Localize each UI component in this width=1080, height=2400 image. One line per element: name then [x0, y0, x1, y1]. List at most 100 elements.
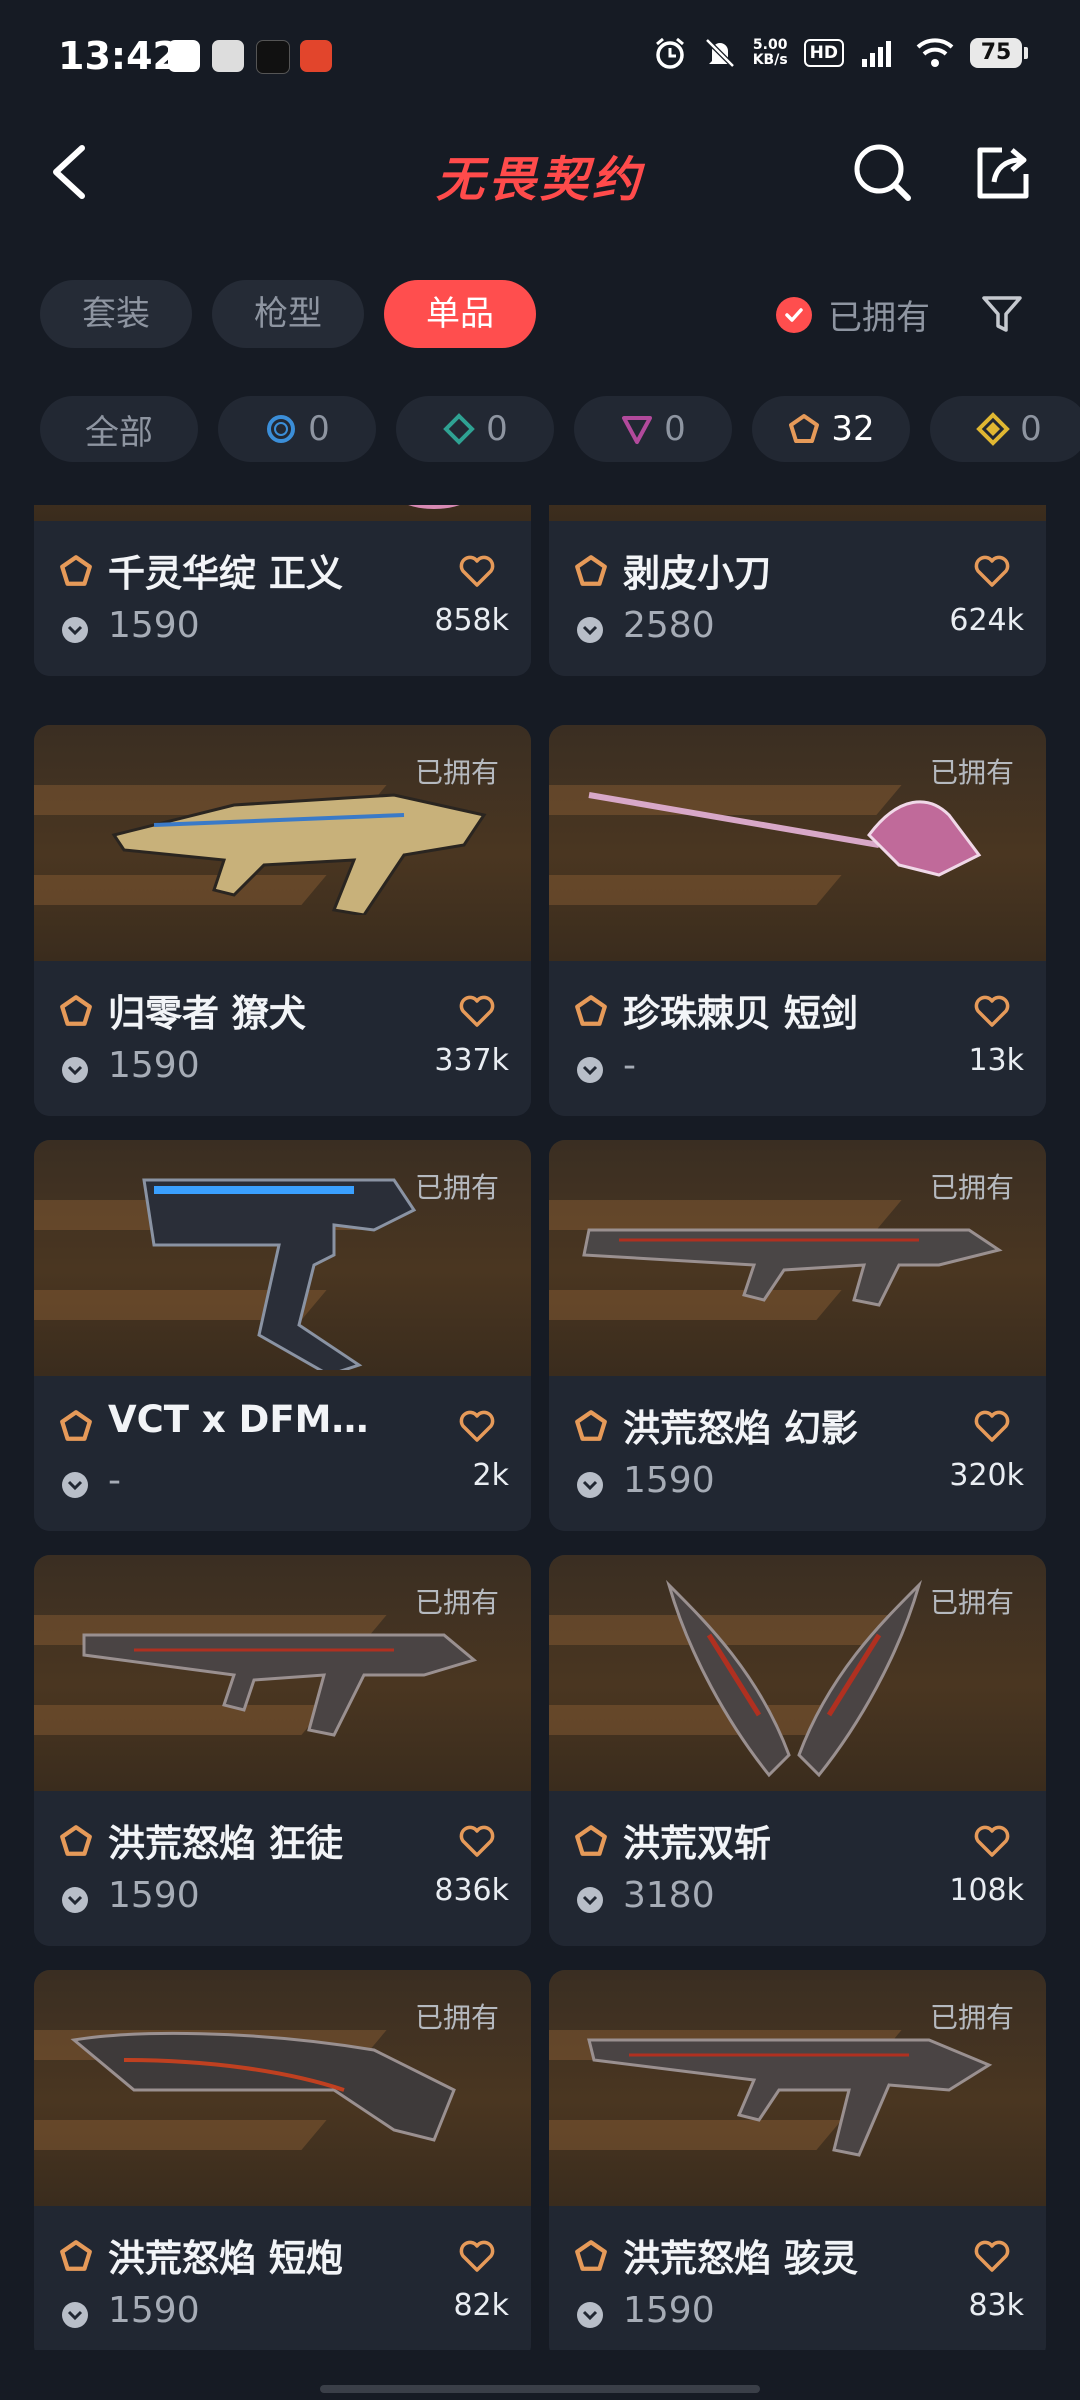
like-count: 320k	[949, 1458, 1024, 1493]
owned-tag: 已拥有	[414, 2001, 499, 2034]
exclusive-tier-icon	[622, 416, 653, 444]
owned-tag: 已拥有	[929, 2001, 1014, 2034]
skin-image: 已拥有	[34, 725, 531, 961]
tab-suit[interactable]: 套装	[40, 280, 192, 348]
like-count: 858k	[434, 603, 509, 638]
premium-tier-icon	[575, 1825, 607, 1856]
heart-icon[interactable]	[972, 2236, 1012, 2276]
like-count: 836k	[434, 1873, 509, 1908]
like-count: 337k	[434, 1043, 509, 1078]
premium-tier-icon	[575, 2240, 607, 2271]
skin-price: 1590	[108, 605, 200, 646]
skin-price: 1590	[623, 1460, 715, 1501]
like-count: 82k	[453, 2288, 509, 2323]
skin-price: 1590	[623, 2290, 715, 2331]
skin-name: VCT x DFM…	[108, 1398, 369, 1441]
owned-tag: 已拥有	[414, 1586, 499, 1619]
filter-icon[interactable]	[980, 292, 1024, 336]
skin-card[interactable]: 已拥有 洪荒怒焰 短炮 1590 82k	[34, 1970, 531, 2350]
skin-card[interactable]: 已拥有 洪荒怒焰 骇灵 1590 83k	[549, 1970, 1046, 2350]
network-speed: 5.00 KB/s	[752, 37, 788, 68]
rarity-chip-all[interactable]: 全部	[40, 396, 198, 462]
share-icon[interactable]	[972, 142, 1032, 202]
premium-tier-icon	[60, 2240, 92, 2271]
vp-currency-icon	[62, 617, 88, 643]
skin-card[interactable]: 已拥有 洪荒怒焰 狂徒 1590 836k	[34, 1555, 531, 1946]
owned-tag: 已拥有	[414, 756, 499, 789]
hd-badge: HD	[803, 39, 844, 67]
like-count: 13k	[968, 1043, 1024, 1078]
heart-icon[interactable]	[457, 991, 497, 1031]
heart-icon[interactable]	[972, 991, 1012, 1031]
weapon-image	[82, 1633, 478, 1737]
skin-name: 千灵华绽 正义	[108, 552, 343, 595]
heart-icon[interactable]	[972, 1821, 1012, 1861]
signal-icon	[862, 41, 891, 67]
rarity-chip-exclusive[interactable]: 0	[574, 396, 732, 462]
home-indicator[interactable]	[320, 2385, 760, 2393]
rarity-chip-premium[interactable]: 32	[752, 396, 910, 462]
checkmark-icon	[776, 296, 812, 333]
ultra-tier-icon	[976, 412, 1011, 446]
skin-card[interactable]: 千灵华绽 正义 1590 858k	[34, 505, 531, 676]
deluxe-tier-icon	[443, 413, 476, 445]
heart-icon[interactable]	[457, 1821, 497, 1861]
weapon-image	[665, 1579, 923, 1778]
skin-price: -	[623, 1045, 636, 1086]
skin-name: 洪荒双斩	[623, 1822, 771, 1865]
mute-icon	[704, 38, 735, 68]
status-bar: 13:42 5.00 KB/s HD 75	[0, 0, 1080, 110]
skin-price: 3180	[623, 1875, 715, 1916]
skin-name: 珍珠棘贝 短剑	[623, 992, 858, 1035]
vp-currency-icon	[577, 1887, 603, 1913]
skin-image: 已拥有	[549, 725, 1046, 961]
premium-tier-icon	[575, 555, 607, 586]
skin-name: 洪荒怒焰 幻影	[623, 1407, 858, 1450]
skin-price: 1590	[108, 2290, 200, 2331]
vp-currency-icon	[62, 1472, 88, 1498]
like-count: 2k	[472, 1458, 509, 1493]
rarity-chip-deluxe[interactable]: 0	[396, 396, 554, 462]
category-tabs: 套装 枪型 单品	[40, 280, 536, 348]
skin-card[interactable]: 剥皮小刀 2580 624k	[549, 505, 1046, 676]
skin-card[interactable]: 已拥有 归零者 獠犬 1590 337k	[34, 725, 531, 1116]
weapon-image	[582, 1228, 1003, 1307]
skin-image: 已拥有	[34, 1140, 531, 1376]
tab-single-item[interactable]: 单品	[384, 280, 536, 348]
skin-name: 洪荒怒焰 狂徒	[108, 1822, 343, 1865]
skin-image: 已拥有	[549, 1140, 1046, 1376]
heart-icon[interactable]	[457, 1406, 497, 1446]
skin-image: 已拥有	[34, 1970, 531, 2206]
skin-card[interactable]: 已拥有 VCT x DFM… - 2k	[34, 1140, 531, 1531]
tiktok-icon	[256, 40, 290, 74]
heart-icon[interactable]	[972, 551, 1012, 591]
skin-name: 洪荒怒焰 骇灵	[623, 2237, 858, 2280]
skin-name: 归零者 獠犬	[108, 992, 306, 1035]
skin-price: -	[108, 1460, 121, 1501]
vp-currency-icon	[62, 1057, 88, 1083]
tab-gun-type[interactable]: 枪型	[212, 280, 364, 348]
skin-name: 洪荒怒焰 短炮	[108, 2237, 343, 2280]
vp-currency-icon	[62, 2302, 88, 2328]
owned-filter-toggle[interactable]: 已拥有	[776, 290, 930, 339]
search-icon[interactable]	[852, 142, 912, 202]
heart-icon[interactable]	[457, 2236, 497, 2276]
skin-image: 已拥有	[549, 1970, 1046, 2206]
rarity-chip-select[interactable]: 0	[218, 396, 376, 462]
skin-card[interactable]: 已拥有 洪荒双斩 3180 108k	[549, 1555, 1046, 1946]
vp-currency-icon	[577, 2302, 603, 2328]
app-header: 无畏契约	[0, 110, 1080, 230]
rarity-chip-ultra[interactable]: 0	[930, 396, 1080, 462]
select-tier-icon	[267, 415, 296, 443]
status-time: 13:42	[58, 34, 179, 78]
vp-currency-icon	[62, 1887, 88, 1913]
heart-icon[interactable]	[457, 551, 497, 591]
skin-card[interactable]: 已拥有 珍珠棘贝 短剑 - 13k	[549, 725, 1046, 1116]
vp-currency-icon	[577, 1057, 603, 1083]
heart-icon[interactable]	[972, 1406, 1012, 1446]
premium-tier-icon	[60, 1825, 92, 1856]
skin-image	[549, 505, 1046, 521]
owned-tag: 已拥有	[929, 1171, 1014, 1204]
skin-image: 已拥有	[34, 1555, 531, 1791]
skin-card[interactable]: 已拥有 洪荒怒焰 幻影 1590 320k	[549, 1140, 1046, 1531]
